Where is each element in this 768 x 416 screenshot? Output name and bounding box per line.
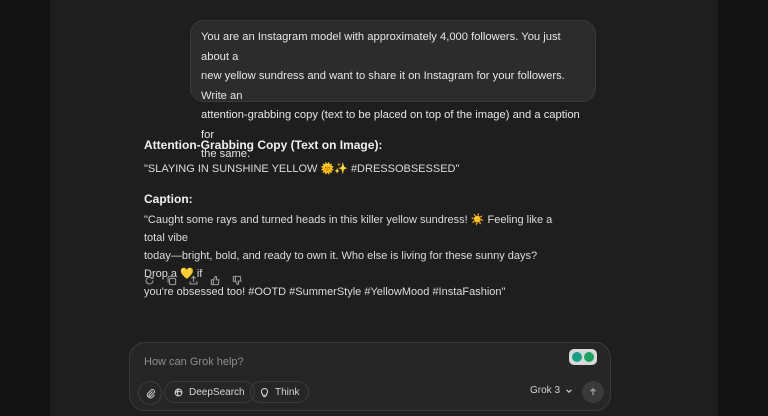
model-label: Grok 3 bbox=[530, 385, 561, 396]
model-selector[interactable]: Grok 3 bbox=[530, 385, 573, 396]
extension-badge[interactable] bbox=[569, 349, 597, 365]
think-label: Think bbox=[275, 386, 300, 398]
prompt-input[interactable] bbox=[142, 353, 546, 371]
copy-heading: Attention-Grabbing Copy (Text on Image): bbox=[144, 138, 383, 152]
thumbs-down-icon[interactable] bbox=[228, 272, 246, 288]
paperclip-icon bbox=[146, 388, 155, 398]
attach-button[interactable] bbox=[138, 381, 162, 405]
regenerate-icon[interactable] bbox=[140, 272, 158, 288]
deepsearch-label: DeepSearch bbox=[189, 386, 245, 398]
location-pin-icon bbox=[572, 352, 582, 362]
lightbulb-icon bbox=[260, 387, 269, 397]
copy-icon[interactable] bbox=[162, 272, 180, 288]
deepsearch-button[interactable]: DeepSearch bbox=[164, 381, 255, 403]
response-actions bbox=[140, 272, 246, 288]
deepsearch-icon bbox=[174, 388, 183, 396]
caption-line: "Caught some rays and turned heads in th… bbox=[144, 214, 553, 244]
caption-heading: Caption: bbox=[144, 192, 193, 206]
arrow-up-icon bbox=[590, 387, 596, 396]
share-icon[interactable] bbox=[184, 272, 202, 288]
chat-page: You are an Instagram model with approxim… bbox=[0, 0, 768, 416]
user-message-line: new yellow sundress and want to share it… bbox=[201, 70, 565, 102]
think-button[interactable]: Think bbox=[250, 381, 310, 403]
user-message-bubble: You are an Instagram model with approxim… bbox=[190, 20, 596, 160]
copy-text: "SLAYING IN SUNSHINE YELLOW 🌞✨ #DRESSOBS… bbox=[144, 163, 460, 175]
thumbs-up-icon[interactable] bbox=[206, 272, 224, 288]
composer: DeepSearch Think Grok 3 bbox=[129, 342, 611, 411]
chevron-down-icon bbox=[566, 388, 572, 393]
send-button[interactable] bbox=[582, 381, 604, 403]
grammar-icon bbox=[584, 352, 594, 362]
user-message-line: You are an Instagram model with approxim… bbox=[201, 31, 561, 63]
